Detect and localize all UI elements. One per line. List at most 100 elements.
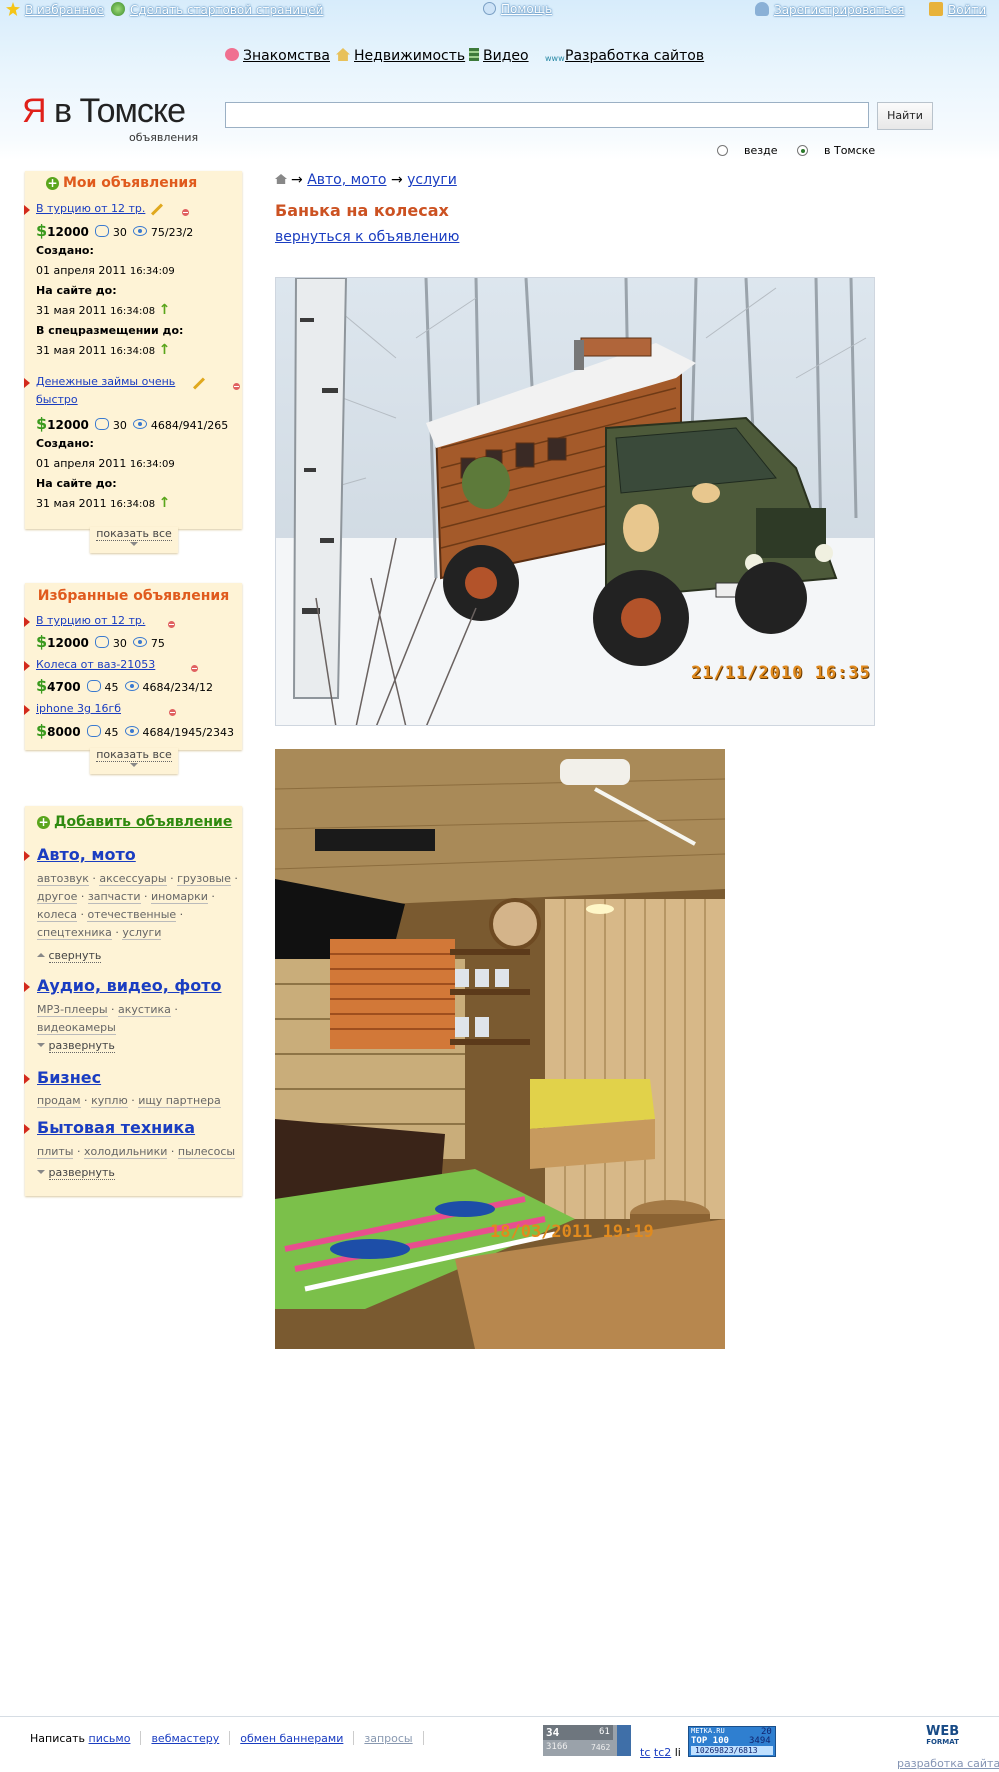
views-icon [132,419,147,429]
footer-requests-link[interactable]: запросы [364,1732,412,1745]
plus-icon: + [46,176,59,190]
site-logo[interactable]: Я в Томске [22,92,186,131]
comments-icon [94,636,109,648]
separator [229,1731,231,1745]
footer-links: Написать письмо вебмастеру обмен баннерами… [30,1731,434,1745]
crumb-services[interactable]: услуги [407,172,457,188]
help-link[interactable]: Помощь [483,2,552,16]
subcategories-line: другое · запчасти · иномарки · [37,890,215,904]
fav-ad-title-link[interactable]: Колеса от ваз-21053 [36,658,155,671]
category-audio-video[interactable]: Аудио, видео, фото [37,976,221,995]
delete-icon[interactable] [232,383,240,390]
nav-realty[interactable]: Недвижимость [336,48,465,64]
dollar-icon: $ [36,221,48,240]
category-auto-moto[interactable]: Авто, мото [37,845,136,864]
raise-arrow-icon[interactable]: ↑ [159,495,171,511]
footer-webmaster-link[interactable]: вебмастеру [151,1732,219,1745]
footer-letter-link[interactable]: письмо [89,1732,131,1745]
delete-icon[interactable] [167,621,175,628]
raise-arrow-icon[interactable]: ↑ [159,302,171,318]
nav-dating[interactable]: Знакомства [225,48,330,64]
subcategories-line: автозвук · аксессуары · грузовые · [37,872,238,886]
radio-everywhere-dot[interactable] [717,145,728,156]
category-appliances[interactable]: Бытовая техника [37,1118,195,1137]
dollar-icon: $ [36,414,48,433]
footer-banners-link[interactable]: обмен баннерами [240,1732,343,1745]
search-input[interactable] [225,102,869,128]
ad-photo-interior[interactable]: 18/03/2011 19:19 [275,749,725,1349]
nav-webdev[interactable]: wwwРазработка сайтов [545,48,704,67]
add-ad-link[interactable]: + Добавить объявление [37,814,232,830]
www-icon: www [545,54,565,63]
back-to-ad-link[interactable]: вернуться к объявлению [275,229,459,245]
bullet-arrow-icon [24,851,30,861]
created-date: 01 апреля 2011 16:34:09 [36,457,175,470]
webformat-logo[interactable]: WEB FORMAT [926,1725,959,1747]
my-ad-title-link-line2[interactable]: быстро [36,393,78,406]
photo-date-stamp: 21/11/2010 16:35 [691,663,871,683]
my-ads-show-all[interactable]: показать все [90,527,178,553]
comments-icon [94,418,109,430]
expand-toggle[interactable]: развернуть [37,1166,115,1180]
tc2-link[interactable]: tc2 [654,1746,671,1759]
page-title: Банька на колесах [275,201,449,220]
bullet-arrow-icon [24,982,30,992]
dev-link[interactable]: разработка сайта [897,1757,999,1770]
chevron-down-icon [37,1170,45,1174]
home-icon[interactable] [275,174,287,184]
fav-ads-show-all[interactable]: показать все [90,748,178,774]
help-icon [483,2,496,15]
until-label: На сайте до: [36,477,117,490]
dollar-icon: $ [36,632,48,651]
chevron-down-icon [130,763,138,767]
chevron-down-icon [130,542,138,546]
logo-subtitle: объявления [129,131,199,144]
my-ad-stats: $12000 30 4684/941/265 [36,414,229,433]
my-ad-title-link[interactable]: В турцию от 12 тр. [36,202,145,215]
fav-ad-stats: $4700 45 4684/234/12 [36,676,213,695]
delete-icon[interactable] [182,209,189,216]
subcategories-line: спецтехника · услуги [37,926,162,940]
separator [422,1731,424,1745]
dollar-icon: $ [36,721,48,740]
until-date: 31 мая 2011 16:34:08 ↑ [36,495,171,511]
favorites-link[interactable]: В избранное [6,2,104,17]
photo-date-stamp: 18/03/2011 19:19 [490,1222,654,1242]
globe-icon [111,2,125,16]
separator [353,1731,355,1745]
expand-toggle[interactable]: развернуть [37,1039,115,1053]
metka-counter[interactable]: METKA.RU 20 TOP 100 3494 10269823/6813 [688,1726,776,1757]
views-icon [132,226,147,236]
radio-everywhere[interactable]: везде [717,144,777,157]
search-button[interactable]: Найти [877,102,933,130]
crumb-auto-moto[interactable]: Авто, мото [307,172,386,188]
login-link[interactable]: Войти [929,2,986,17]
star-icon [6,2,20,16]
created-label: Создано: [36,437,94,450]
collapse-toggle[interactable]: свернуть [37,949,102,963]
raise-arrow-icon[interactable]: ↑ [159,342,171,358]
subcategories-line: колеса · отечественные · [37,908,184,922]
my-ad-stats: $12000 30 75/23/2 [36,221,194,240]
liveinternet-counter[interactable]: 34 61 3166 7462 [543,1725,631,1756]
radio-tomsk-dot[interactable] [797,145,808,156]
fav-ad-title-link[interactable]: iphone 3g 16гб [36,702,121,715]
fav-ad-title-link[interactable]: В турцию от 12 тр. [36,614,145,627]
lock-icon [929,2,943,16]
my-ad-title-link[interactable]: Денежные займы очень [36,375,175,388]
add-ad-block [25,806,242,1196]
make-start-link[interactable]: Сделать стартовой страницей [111,2,323,17]
views-icon [132,637,147,647]
radio-tomsk[interactable]: в Томске [797,144,875,157]
register-link[interactable]: Зарегистрироваться [755,2,904,17]
tc-link[interactable]: tc [640,1746,650,1759]
top-bar: В избранное Сделать стартовой страницей … [0,2,999,20]
footer-divider [0,1716,999,1717]
truck-illustration: 21/11/2010 16:35 [276,278,874,725]
nav-video[interactable]: Видео [469,48,529,64]
separator [140,1731,142,1745]
comments-icon [86,725,101,737]
ad-photo-truck[interactable]: 21/11/2010 16:35 [275,277,875,726]
category-business[interactable]: Бизнес [37,1068,101,1087]
bullet-arrow-icon [24,378,30,388]
